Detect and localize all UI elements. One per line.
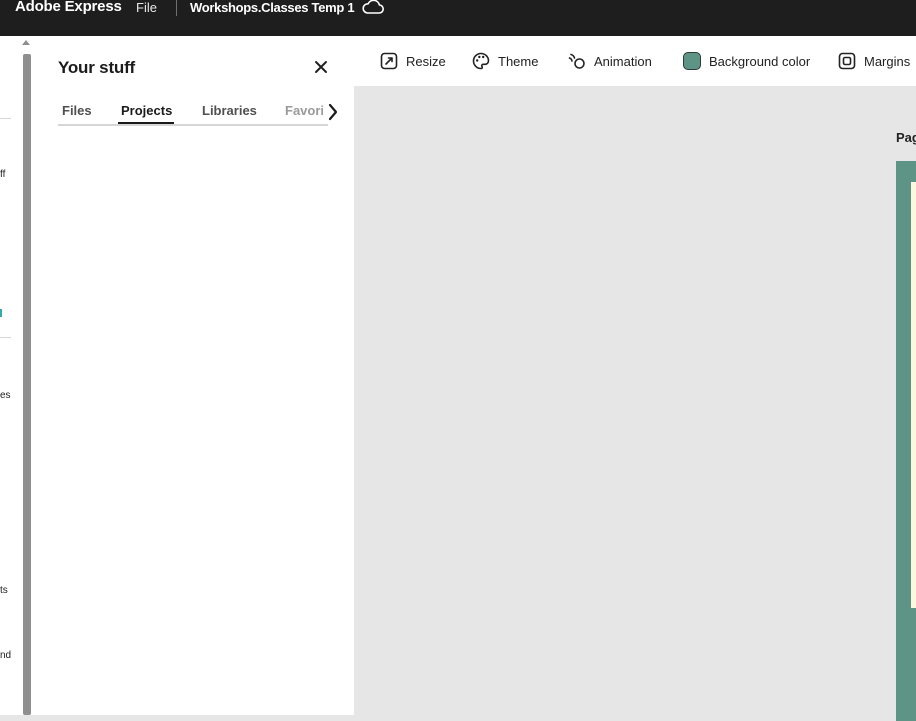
margins-button[interactable]: Margins — [838, 50, 910, 72]
tab-favorites[interactable]: Favorites — [285, 103, 323, 118]
panel-tabs: Files Projects Libraries Favorites — [58, 100, 328, 126]
theme-button[interactable]: Theme — [472, 50, 538, 72]
rail-scrollbar[interactable] — [23, 54, 31, 715]
panel-title: Your stuff — [58, 58, 136, 77]
resize-button[interactable]: Resize — [380, 50, 446, 72]
file-menu[interactable]: File — [136, 0, 157, 15]
document-title[interactable]: Workshops.Classes Temp 1 — [190, 0, 355, 15]
rail-label[interactable]: nd — [0, 650, 11, 661]
animation-label: Animation — [594, 53, 652, 69]
chevron-right-icon[interactable] — [326, 101, 340, 123]
palette-icon — [472, 52, 490, 70]
margins-icon — [838, 52, 856, 70]
page-label[interactable]: Pag — [896, 130, 916, 145]
rail-divider — [0, 118, 11, 119]
rail-label[interactable]: ff — [0, 169, 5, 180]
tab-libraries[interactable]: Libraries — [202, 103, 257, 118]
background-color-label: Background color — [709, 53, 811, 69]
animation-icon — [568, 53, 585, 69]
theme-label: Theme — [498, 53, 539, 69]
cloud-icon[interactable] — [361, 0, 385, 17]
design-page-content[interactable] — [911, 182, 916, 608]
rail-label[interactable]: ts — [0, 585, 8, 596]
animation-button[interactable]: Animation — [568, 50, 652, 72]
topbar-divider — [176, 0, 177, 16]
margins-label: Margins — [864, 53, 911, 69]
rail-divider — [0, 337, 11, 338]
resize-label: Resize — [406, 53, 446, 69]
tab-files[interactable]: Files — [62, 103, 92, 118]
rail-label[interactable]: es — [0, 390, 11, 401]
your-stuff-panel: Your stuff Files Projects Libraries Favo… — [34, 36, 354, 715]
scroll-up-arrow[interactable] — [22, 40, 30, 45]
background-color-button[interactable]: Background color — [683, 50, 810, 72]
app-brand[interactable]: Adobe Express — [15, 0, 122, 15]
canvas-toolbar: Resize Theme Animation Background color … — [354, 36, 916, 86]
color-swatch — [683, 52, 701, 70]
resize-icon — [380, 52, 398, 70]
active-tab-indicator — [118, 122, 174, 124]
close-icon[interactable] — [312, 58, 330, 76]
top-bar: Adobe Express File Workshops.Classes Tem… — [0, 0, 916, 36]
tab-projects[interactable]: Projects — [121, 103, 172, 118]
left-rail: ff es ts nd — [0, 36, 34, 715]
rail-active-indicator — [0, 309, 2, 317]
